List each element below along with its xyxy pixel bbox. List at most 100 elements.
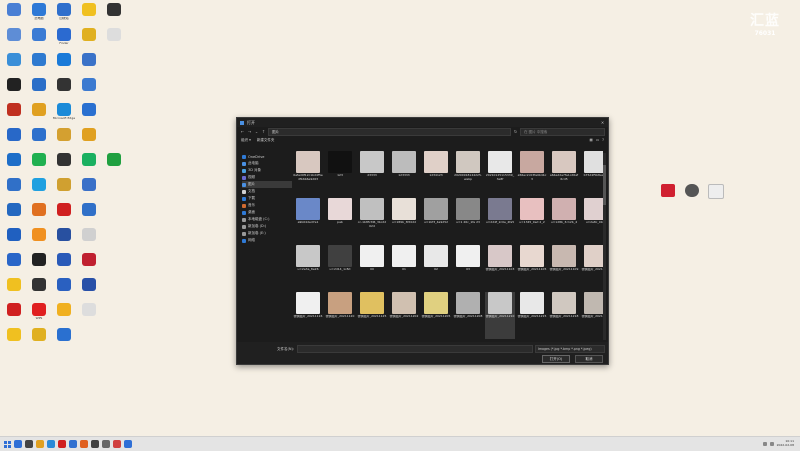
- file-item[interactable]: u=1bf3_4a9d52: [421, 198, 451, 245]
- desktop-icon[interactable]: [102, 128, 126, 152]
- file-item[interactable]: a56ec2c03fe0b4bc3: [517, 151, 547, 198]
- file-item[interactable]: cc-1b8fcfd6_3bcdd02d: [357, 198, 387, 245]
- nav-item[interactable]: 下载: [242, 195, 292, 202]
- desktop-icon[interactable]: [2, 103, 26, 127]
- file-item[interactable]: 微信图片_20211202: [389, 292, 419, 339]
- desktop-icon[interactable]: [2, 28, 26, 52]
- nav-item[interactable]: 桌面: [242, 209, 292, 216]
- desktop-icon[interactable]: [102, 103, 126, 127]
- taskbar-app-icon[interactable]: [124, 440, 132, 448]
- desktop-icon[interactable]: [52, 228, 76, 252]
- desktop-icon[interactable]: [52, 328, 76, 352]
- desktop-icon[interactable]: [2, 278, 26, 302]
- file-item[interactable]: u=2d4f_2c0e_4fa5: [485, 198, 515, 245]
- file-item[interactable]: 微信图片_20211103: [485, 245, 515, 292]
- file-item[interactable]: 0efad9f12c1bd4f5edfb6b6e9d63: [293, 151, 323, 198]
- taskbar-app-icon[interactable]: [25, 440, 33, 448]
- file-item[interactable]: u=1345_9ed 2_2: [517, 198, 547, 245]
- view-options-icon[interactable]: ▦: [590, 138, 593, 142]
- file-item[interactable]: 微信图片_20211116: [293, 292, 323, 339]
- desktop-icon[interactable]: [77, 53, 101, 77]
- up-arrow-icon[interactable]: ↑: [261, 129, 266, 134]
- desktop-icon[interactable]: [2, 228, 26, 252]
- desktop-shortcut-3[interactable]: [703, 184, 729, 199]
- file-item[interactable]: pab: [325, 198, 355, 245]
- file-item[interactable]: 03: [453, 245, 483, 292]
- desktop-icon[interactable]: [77, 303, 101, 327]
- desktop-icon[interactable]: [52, 278, 76, 302]
- nav-item[interactable]: 文档: [242, 188, 292, 195]
- desktop-icon[interactable]: [2, 153, 26, 177]
- address-bar[interactable]: 图片: [268, 127, 511, 136]
- desktop-shortcut-2[interactable]: [679, 184, 705, 197]
- file-item[interactable]: a64ed2e7fa1cd6af6cd5: [549, 151, 579, 198]
- nav-item[interactable]: 本地磁盘 (C:): [242, 216, 292, 223]
- desktop-icon[interactable]: [52, 178, 76, 202]
- file-item[interactable]: 微信图片_20211215: [517, 292, 547, 339]
- desktop-icon[interactable]: [2, 53, 26, 77]
- file-item[interactable]: u=2d14_1c8d: [325, 245, 355, 292]
- taskbar-app-icon[interactable]: [102, 440, 110, 448]
- open-button[interactable]: 打开(O): [542, 355, 570, 363]
- desktop-icon[interactable]: [27, 53, 51, 77]
- desktop-icon[interactable]: [77, 203, 101, 227]
- desktop-icon[interactable]: [27, 28, 51, 52]
- desktop-icon[interactable]: [27, 203, 51, 227]
- desktop-icon[interactable]: [77, 103, 101, 127]
- taskbar-app-icon[interactable]: [80, 440, 88, 448]
- back-arrow-icon[interactable]: ←: [240, 129, 245, 134]
- windows-start-icon[interactable]: [4, 440, 11, 448]
- desktop-icon[interactable]: [77, 153, 101, 177]
- preview-pane-icon[interactable]: ▭: [596, 138, 599, 142]
- desktop-icon[interactable]: [27, 228, 51, 252]
- desktop-icon[interactable]: [52, 303, 76, 327]
- file-item[interactable]: 02: [421, 245, 451, 292]
- desktop-icon[interactable]: Finder: [52, 28, 76, 52]
- desktop-icon[interactable]: [2, 3, 26, 27]
- file-item[interactable]: u=2a8c_0b9c: [581, 198, 603, 245]
- desktop-icon[interactable]: [52, 128, 76, 152]
- desktop-icon[interactable]: 此电脑: [27, 3, 51, 27]
- nav-item[interactable]: 视频: [242, 174, 292, 181]
- file-item[interactable]: 微信图片_20211105: [517, 245, 547, 292]
- desktop-icon[interactable]: [52, 253, 76, 277]
- file-item[interactable]: 微信图片_20211109: [549, 245, 579, 292]
- desktop-icon[interactable]: [27, 128, 51, 152]
- desktop-icon[interactable]: [27, 103, 51, 127]
- volume-icon[interactable]: [769, 442, 774, 446]
- desktop-icon[interactable]: [27, 328, 51, 352]
- desktop-icon[interactable]: [52, 203, 76, 227]
- desktop-icon[interactable]: [102, 303, 126, 327]
- desktop-icon[interactable]: [52, 78, 76, 102]
- scrollbar-thumb[interactable]: [603, 165, 606, 205]
- organize-button[interactable]: 组织 ▾: [241, 138, 251, 143]
- close-icon[interactable]: ✕: [600, 120, 605, 125]
- file-item[interactable]: u=189b_3fd02d: [389, 198, 419, 245]
- desktop-icon[interactable]: [102, 253, 126, 277]
- desktop-icon[interactable]: [52, 53, 76, 77]
- desktop-icon[interactable]: [102, 178, 126, 202]
- clock[interactable]: 10:11 2022-02-08: [777, 440, 794, 447]
- desktop-icon[interactable]: [27, 278, 51, 302]
- file-item[interactable]: 01: [389, 245, 419, 292]
- file-item[interactable]: 123333: [389, 151, 419, 198]
- desktop-icon[interactable]: [102, 278, 126, 302]
- filename-input[interactable]: [297, 345, 533, 353]
- file-item[interactable]: a9b04ded7e1: [293, 198, 323, 245]
- desktop-shortcut-1[interactable]: [655, 184, 681, 197]
- desktop-icon[interactable]: [2, 303, 26, 327]
- chevron-down-icon[interactable]: ⌄: [254, 129, 259, 134]
- taskbar-app-icon[interactable]: [47, 440, 55, 448]
- file-item[interactable]: 微信图片_20211112: [581, 245, 603, 292]
- file-item[interactable]: 00: [357, 245, 387, 292]
- desktop-icon[interactable]: WPS: [27, 303, 51, 327]
- desktop-icon[interactable]: [77, 128, 101, 152]
- nav-item[interactable]: 此电脑: [242, 160, 292, 167]
- help-icon[interactable]: ?: [602, 138, 604, 142]
- file-item[interactable]: 微信图片_20211218: [549, 292, 579, 339]
- desktop-icon[interactable]: Microsoft Edge: [52, 103, 76, 127]
- nav-item[interactable]: 新加卷 (D:): [242, 223, 292, 230]
- taskbar-app-icon[interactable]: [58, 440, 66, 448]
- nav-item[interactable]: 3D 对象: [242, 167, 292, 174]
- nav-item[interactable]: 音乐: [242, 202, 292, 209]
